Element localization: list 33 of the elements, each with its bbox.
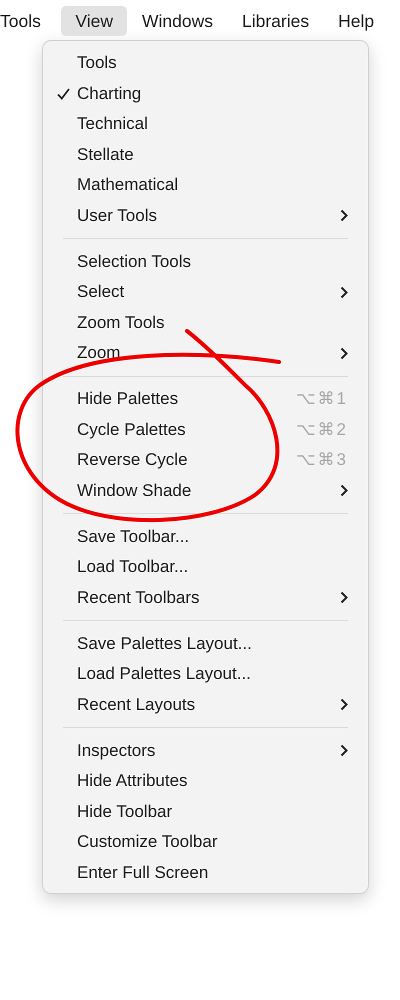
menu-item[interactable]: Enter Full Screen [77, 862, 348, 883]
menu-item[interactable]: Zoom Tools [77, 312, 348, 333]
menu-item[interactable]: Zoom [77, 343, 340, 364]
keyboard-shortcut: ⌥⌘2 [296, 420, 348, 440]
keyboard-shortcut: ⌥⌘3 [296, 450, 348, 470]
menu-item[interactable]: Technical [77, 114, 348, 134]
menu-item[interactable]: Load Toolbar... [77, 557, 348, 578]
menu-bar-item[interactable]: Windows [127, 6, 228, 36]
menu-item[interactable]: Recent Toolbars [77, 588, 340, 608]
keyboard-shortcut: ⌥⌘1 [296, 389, 348, 410]
menu-item[interactable]: Load Palettes Layout... [77, 664, 348, 684]
menu-item[interactable]: Stellate [77, 144, 348, 165]
menu-item[interactable]: Tools [77, 53, 348, 74]
menu-item[interactable]: Save Toolbar... [77, 526, 348, 547]
menu-item[interactable]: Reverse Cycle [77, 450, 296, 470]
menu-item[interactable]: Cycle Palettes [77, 420, 296, 440]
menu-bar-item[interactable]: View [60, 6, 128, 36]
menu-bar-item[interactable]: Libraries [227, 6, 324, 36]
menu-item[interactable]: Hide Palettes [77, 389, 296, 410]
menu-item[interactable]: Select [77, 282, 340, 302]
menu-item[interactable]: Hide Toolbar [77, 802, 348, 822]
menu-bar-item[interactable]: Help [324, 6, 389, 36]
menu-item[interactable]: Charting [77, 84, 348, 104]
menu-item[interactable]: Window Shade [77, 480, 340, 501]
menu-item[interactable]: Mathematical [77, 175, 348, 196]
menu-item[interactable]: User Tools [77, 206, 340, 226]
menu-item[interactable]: Inspectors [77, 740, 340, 761]
menu-item[interactable]: Save Palettes Layout... [77, 634, 348, 654]
menu-item[interactable]: Hide Attributes [77, 771, 348, 792]
menu-item[interactable]: Selection Tools [77, 252, 348, 272]
menu-item[interactable]: Customize Toolbar [77, 832, 348, 852]
menu-bar-item[interactable]: Tools [0, 6, 51, 36]
menu-item[interactable]: Recent Layouts [77, 694, 340, 715]
